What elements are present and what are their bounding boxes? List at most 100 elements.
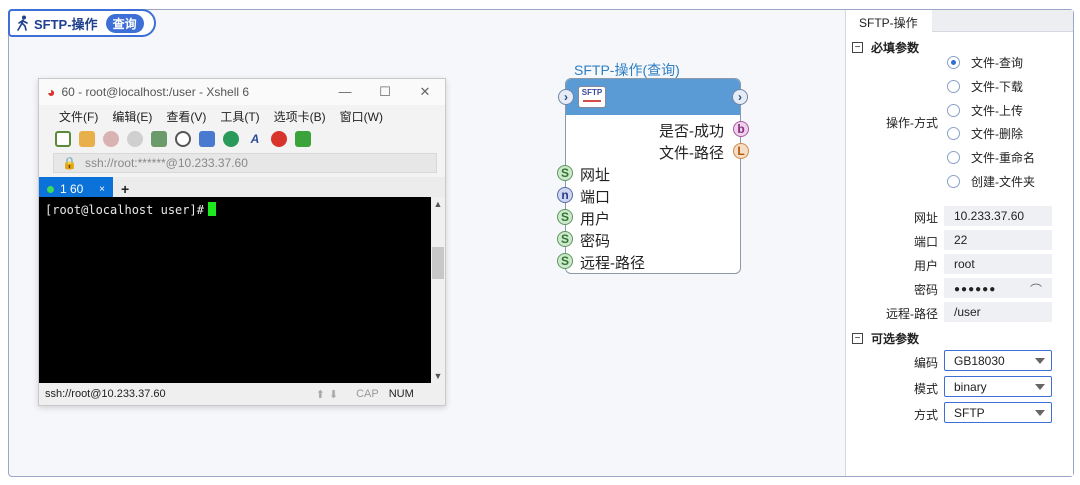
xshell-statusbar: ssh://root@10.233.37.60 ⬆ ⬇ CAP NUM	[39, 383, 445, 405]
input-user-port[interactable]: S	[557, 209, 573, 225]
terminal-output[interactable]: [root@localhost user]#	[39, 197, 431, 383]
scroll-down-icon[interactable]: ▼	[431, 371, 445, 381]
status-cap: CAP	[356, 388, 379, 400]
optional-section[interactable]: − 可选参数	[852, 330, 919, 347]
input-remote-path-label: 远程-路径	[580, 255, 645, 272]
lock-icon: 🔒	[62, 156, 77, 170]
menu-edit[interactable]: 编辑(E)	[112, 108, 152, 125]
mode-label: 模式	[913, 382, 938, 396]
layout-icon[interactable]	[199, 131, 215, 147]
radio-rename[interactable]: 文件-重命名	[947, 149, 1035, 166]
sftp-node[interactable]: › SFTP › 是否-成功 b 文件-路径 L S 网址 n 端口 S 用户 …	[557, 78, 749, 274]
input-port-port[interactable]: n	[557, 187, 573, 203]
operation-label: 操作-方式	[886, 116, 938, 130]
method-label: 方式	[913, 408, 938, 422]
close-icon[interactable]: ✕	[405, 84, 445, 100]
mode-select[interactable]: binary	[944, 376, 1052, 397]
url-field[interactable]: 10.233.37.60	[944, 206, 1052, 226]
user-label: 用户	[913, 259, 938, 273]
scroll-up-icon[interactable]: ▲	[431, 199, 445, 209]
eye-hidden-icon[interactable]: ⌒	[1030, 281, 1042, 298]
connected-status-icon	[47, 185, 54, 193]
port-field[interactable]: 22	[944, 230, 1052, 250]
input-remote-path-port[interactable]: S	[557, 253, 573, 269]
required-section[interactable]: − 必填参数	[852, 39, 919, 56]
terminal-cursor	[207, 202, 216, 216]
password-value: ●●●●●●	[954, 284, 997, 295]
terminal-scrollbar[interactable]: ▲ ▼	[431, 197, 445, 383]
encoding-select[interactable]: GB18030	[944, 350, 1052, 371]
node-title: SFTP-操作(查询)	[574, 62, 680, 78]
user-field[interactable]: root	[944, 254, 1052, 274]
xftp-icon[interactable]	[295, 131, 311, 147]
radio-delete[interactable]: 文件-删除	[947, 125, 1023, 142]
panel-tab-sftp[interactable]: SFTP-操作	[846, 10, 932, 32]
menu-view[interactable]: 查看(V)	[166, 108, 206, 125]
xshell-titlebar: ◕ 60 - root@localhost:/user - Xshell 6 —…	[39, 79, 445, 105]
chevron-down-icon	[1035, 358, 1045, 364]
input-url-label: 网址	[580, 167, 611, 184]
chevron-down-icon	[1035, 384, 1045, 390]
panel-tabbar	[932, 10, 1073, 32]
radio-download-label: 文件-下载	[971, 80, 1023, 94]
connect-icon[interactable]	[103, 131, 119, 147]
radio-upload-label: 文件-上传	[971, 104, 1023, 118]
menu-tabs[interactable]: 选项卡(B)	[274, 108, 326, 125]
scroll-thumb[interactable]	[432, 247, 444, 279]
radio-mkdir[interactable]: 创建-文件夹	[947, 173, 1035, 190]
new-session-icon[interactable]	[55, 131, 71, 147]
open-folder-icon[interactable]	[79, 131, 95, 147]
session-tab-label: 1 60	[60, 182, 84, 196]
output-success-port[interactable]: b	[733, 121, 749, 137]
password-field[interactable]: ●●●●●● ⌒	[944, 278, 1052, 298]
radio-query[interactable]: 文件-查询	[947, 54, 1023, 71]
radio-upload[interactable]: 文件-上传	[947, 102, 1023, 119]
font-icon[interactable]: A	[247, 131, 263, 147]
status-num: NUM	[388, 388, 414, 400]
radio-icon[interactable]	[947, 151, 960, 164]
input-port-label: 端口	[580, 189, 611, 206]
menu-tools[interactable]: 工具(T)	[220, 108, 259, 125]
sftp-icon: SFTP	[578, 86, 606, 108]
port-label: 端口	[913, 235, 938, 249]
walking-person-icon	[17, 15, 28, 31]
minimize-icon[interactable]: —	[325, 84, 365, 100]
tab-close-icon[interactable]: ×	[99, 184, 105, 195]
output-path-port[interactable]: L	[733, 143, 749, 159]
workflow-header[interactable]: SFTP-操作 查询	[8, 9, 156, 37]
globe-icon[interactable]	[223, 131, 239, 147]
properties-icon[interactable]	[151, 131, 167, 147]
status-connection: ssh://root@10.233.37.60	[45, 388, 166, 400]
address-bar[interactable]: 🔒 ssh://root:******@10.233.37.60	[53, 153, 437, 173]
xshell-logo-icon: ◕	[47, 84, 56, 100]
radio-download[interactable]: 文件-下载	[947, 78, 1023, 95]
find-icon[interactable]	[175, 131, 191, 147]
radio-selected-icon[interactable]	[947, 56, 960, 69]
radio-icon[interactable]	[947, 175, 960, 188]
radio-icon[interactable]	[947, 127, 960, 140]
radio-icon[interactable]	[947, 104, 960, 117]
radio-delete-label: 文件-删除	[971, 127, 1023, 141]
disconnect-icon[interactable]	[127, 131, 143, 147]
exec-out-port[interactable]: ›	[732, 89, 748, 105]
radio-icon[interactable]	[947, 80, 960, 93]
method-value: SFTP	[954, 406, 985, 420]
new-tab-icon[interactable]: +	[121, 181, 129, 197]
input-password-port[interactable]: S	[557, 231, 573, 247]
maximize-icon[interactable]: ☐	[365, 84, 405, 100]
collapse-icon[interactable]: −	[852, 42, 863, 53]
menu-window[interactable]: 窗口(W)	[340, 108, 383, 125]
sftp-icon-label: SFTP	[581, 88, 603, 97]
exec-in-port[interactable]: ›	[558, 89, 574, 105]
query-badge: 查询	[105, 13, 144, 33]
encoding-label: 编码	[913, 356, 938, 370]
menu-file[interactable]: 文件(F)	[59, 108, 98, 125]
input-url-port[interactable]: S	[557, 165, 573, 181]
method-select[interactable]: SFTP	[944, 402, 1052, 423]
collapse-icon[interactable]: −	[852, 333, 863, 344]
shell-prompt: [root@localhost user]#	[45, 203, 204, 217]
remote-path-field[interactable]: /user	[944, 302, 1052, 322]
xshell-window[interactable]: ◕ 60 - root@localhost:/user - Xshell 6 —…	[38, 78, 446, 406]
radio-rename-label: 文件-重命名	[971, 151, 1035, 165]
xshell-icon[interactable]	[271, 131, 287, 147]
